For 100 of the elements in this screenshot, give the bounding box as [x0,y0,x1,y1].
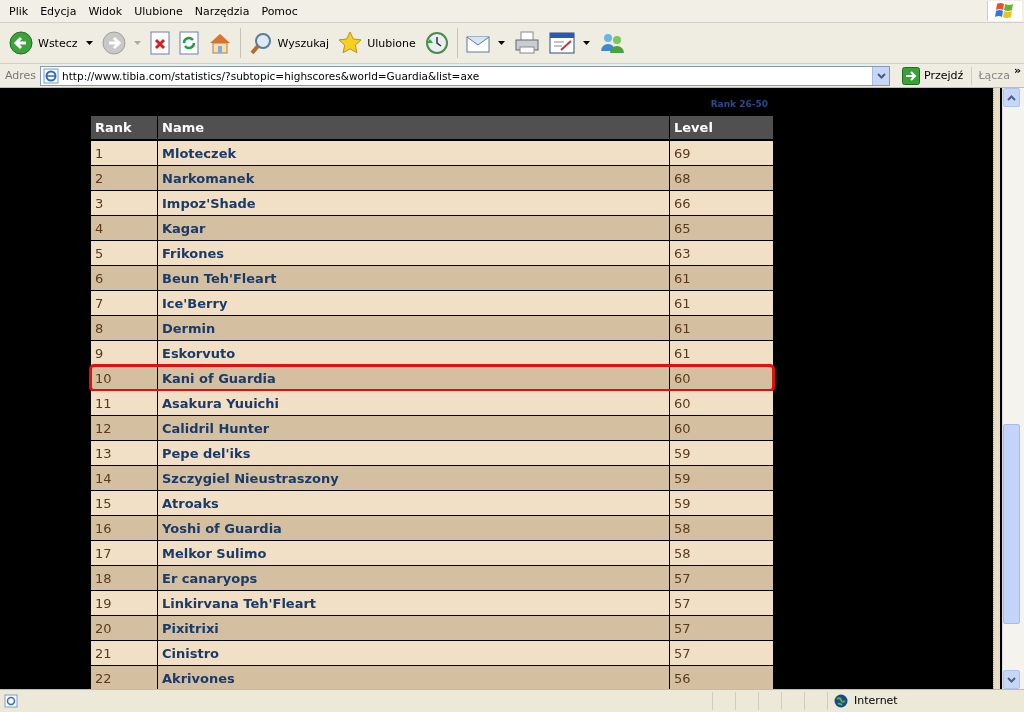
people-icon [598,31,625,55]
table-cell-text: 60 [673,394,692,413]
player-link[interactable]: Atroaks [162,495,219,511]
favorites-button[interactable]: Ulubione [335,29,419,57]
table-cell-text: 57 [673,619,692,638]
table-cell: 20 [91,616,158,640]
star-icon [338,31,363,55]
chevron-down-icon [876,72,886,79]
go-button[interactable]: Przejdź [896,66,973,85]
refresh-icon [178,31,199,55]
table-cell-text: 66 [673,194,692,213]
player-link[interactable]: Ice'Berry [162,295,228,311]
table-cell-text: 61 [673,269,692,288]
table-cell: 8 [91,316,158,340]
vertical-scrollbar[interactable] [1002,88,1024,689]
table-cell: 9 [91,341,158,365]
more-chevron-button[interactable]: » [1013,64,1024,77]
table-cell-text: 60 [673,419,692,438]
player-link[interactable]: Asakura Yuuichi [162,395,280,411]
table-cell: 12 [91,416,158,440]
search-icon [248,31,273,55]
player-link[interactable]: Mloteczek [162,145,237,161]
player-link[interactable]: Szczygiel Nieustraszony [162,470,339,486]
table-cell-text: 59 [673,494,692,513]
table-cell-text: 58 [673,544,692,563]
table-cell-text: 61 [673,294,692,313]
table-cell-text: 57 [673,594,692,613]
table-cell: 2 [91,166,158,190]
table-cell: 19 [91,591,158,615]
menu-item[interactable]: Narzędzia [188,4,256,18]
table-cell: 11 [91,391,158,415]
table-cell: 18 [91,566,158,590]
table-cell-text: 61 [673,344,692,363]
player-link[interactable]: Er canaryops [162,570,258,586]
scroll-down-button[interactable] [1003,670,1020,689]
player-link[interactable]: Dermin [162,320,216,336]
dropdown-caret-icon [85,41,93,45]
table-cell: 4 [91,216,158,240]
table-cell-text: 58 [673,519,692,538]
search-button[interactable]: Wyszukaj [245,29,333,57]
table-cell: 6 [91,266,158,290]
table-cell: 1 [91,141,158,165]
menu-item[interactable]: Plik [3,4,35,18]
table-cell-text: 65 [673,219,692,238]
table-cell-text: 59 [673,444,692,463]
player-link[interactable]: Kagar [162,220,206,236]
table-cell: 3 [91,191,158,215]
table-cell: 15 [91,491,158,515]
table-cell: 14 [91,466,158,490]
table-cell: 7 [91,291,158,315]
security-zone-label: Internet [854,694,898,707]
table-cell-text: 63 [673,244,692,263]
table-cell: 17 [91,541,158,565]
player-link[interactable]: Pixitrixi [162,620,219,636]
player-link[interactable]: Yoshi of Guardia [162,520,282,536]
back-button[interactable]: Wstecz [6,29,96,57]
player-link[interactable]: Impoz'Shade [162,195,256,211]
menu-item[interactable]: Ulubione [128,4,189,18]
player-link[interactable]: Frikones [162,245,224,261]
menu-item[interactable]: Widok [82,4,129,18]
address-label: Adres [4,69,38,82]
table-cell-text: 57 [673,569,692,588]
menu-item[interactable]: Pomoc [255,4,304,18]
player-link[interactable]: Narkomanek [162,170,255,186]
table-cell-text: 61 [673,319,692,338]
table-cell-text: 60 [673,369,692,388]
dropdown-caret-icon [497,41,505,45]
column-header: Name [158,116,670,139]
page-status-icon [4,693,18,708]
dropdown-button[interactable] [872,66,890,85]
chevron-down-icon [1007,676,1016,683]
dropdown-caret-icon [133,41,141,45]
menu-item[interactable]: Edycja [34,4,83,18]
player-link[interactable]: Eskorvuto [162,345,236,361]
table-cell-text: 68 [673,169,692,188]
address-field[interactable]: http://www.tibia.com/statistics/?subtopic=highscores&world=Guardia&list=axe [40,65,891,86]
table-cell-text: 59 [673,469,692,488]
player-link[interactable]: Beun Teh'Fleart [162,270,277,286]
table-cell: 5 [91,241,158,265]
scroll-up-button[interactable] [1003,88,1020,107]
history-clock-icon [424,31,449,55]
dropdown-caret-icon [582,41,590,45]
table-cell-text: 56 [673,669,692,688]
printer-icon [513,31,540,55]
player-link[interactable]: Cinistro [162,645,219,661]
player-link[interactable]: Melkor Sulimo [162,545,267,561]
table-cell-text: 57 [673,644,692,663]
player-link[interactable]: Calidril Hunter [162,420,270,436]
table-cell: 21 [91,641,158,665]
table-cell: 16 [91,516,158,540]
stop-icon [149,31,170,55]
player-link[interactable]: Akrivones [162,670,235,686]
edit-window-icon [548,32,575,54]
scroll-thumb[interactable] [1003,423,1020,624]
player-link[interactable]: Pepe del'iks [162,445,251,461]
player-link[interactable]: Kani of Guardia [162,370,276,386]
player-link[interactable]: Linkirvana Teh'Fleart [162,595,317,611]
column-header: Rank [91,116,158,139]
table-cell: 13 [91,441,158,465]
globe-icon [834,693,848,708]
